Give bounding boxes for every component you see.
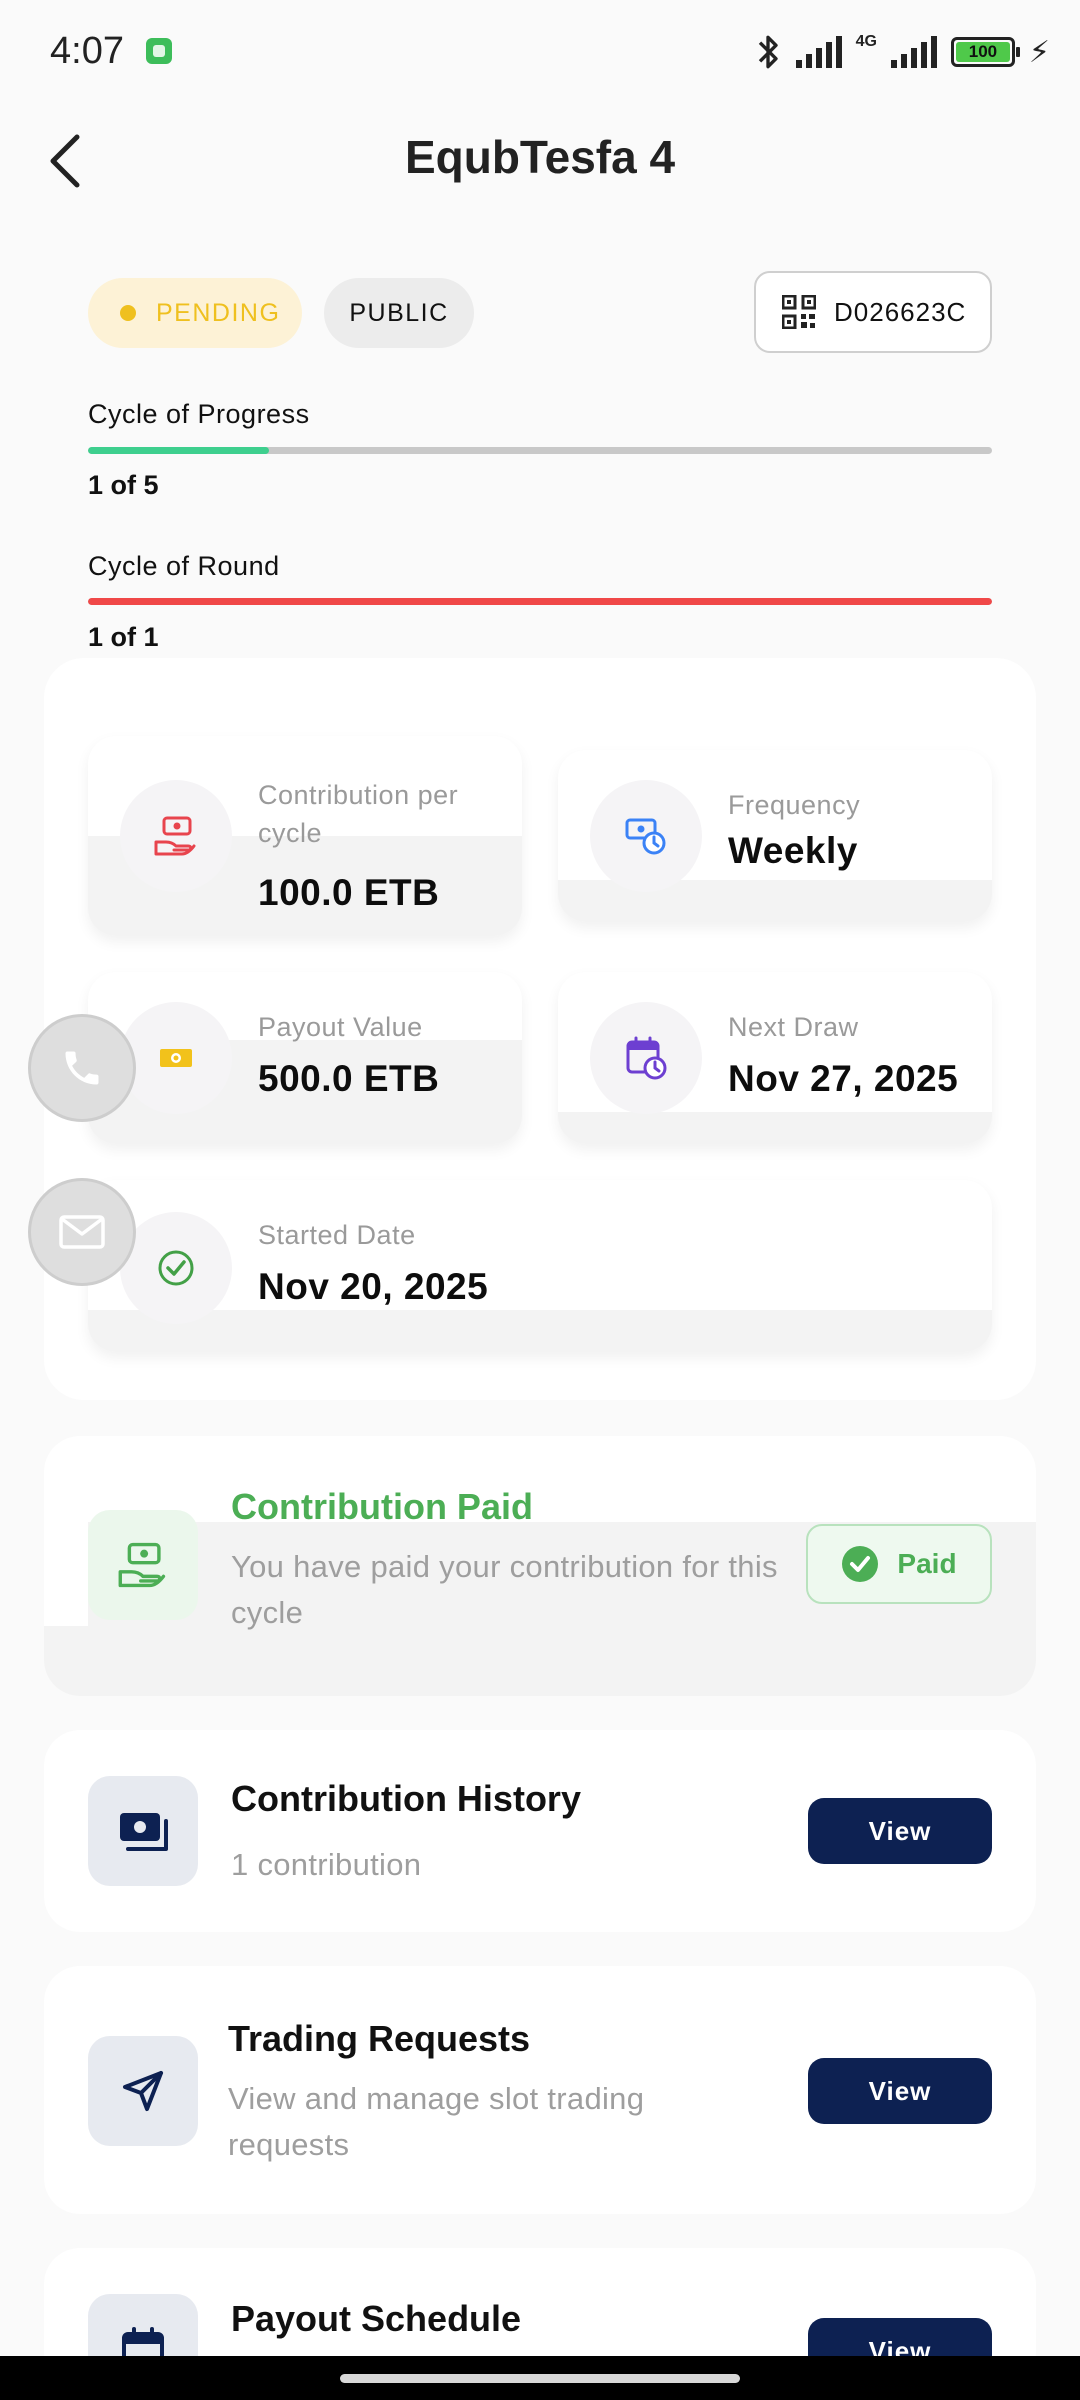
wallet-icon	[88, 1776, 198, 1886]
started-date-value: Nov 20, 2025	[258, 1266, 489, 1307]
trading-requests-subtitle: View and manage slot trading requests	[228, 2081, 645, 2162]
home-gesture-handle[interactable]	[340, 2374, 740, 2383]
group-code-label: D026623C	[834, 296, 967, 327]
next-draw-value: Nov 27, 2025	[728, 1058, 959, 1099]
qr-code-icon	[782, 295, 816, 329]
trading-requests-title: Trading Requests	[228, 2018, 531, 2059]
money-clock-icon	[590, 780, 702, 892]
check-circle-icon	[120, 1212, 232, 1324]
cash-icon	[120, 1002, 232, 1114]
payout-label: Payout Value	[258, 1012, 423, 1042]
started-date-tile: Started Date Nov 20, 2025	[88, 1180, 992, 1352]
cycle-progress-bar	[88, 447, 992, 454]
notification-app-icon	[146, 38, 172, 64]
status-time: 4:07	[50, 30, 124, 72]
next-draw-tile: Next Draw Nov 27, 2025	[558, 972, 992, 1144]
contribution-value: 100.0 ETB	[258, 872, 440, 913]
visibility-badge: PUBLIC	[324, 278, 474, 348]
frequency-label: Frequency	[728, 790, 861, 820]
cycle-progress-value: 1 of 5	[88, 470, 159, 500]
mail-icon	[59, 1215, 105, 1249]
contribution-paid-subtitle: You have paid your contribution for this…	[231, 1549, 778, 1630]
group-code-button[interactable]: D026623C	[754, 271, 992, 353]
cycle-round-fill	[88, 598, 992, 605]
next-draw-label: Next Draw	[728, 1012, 859, 1042]
contribution-paid-title: Contribution Paid	[231, 1486, 533, 1527]
payout-schedule-title: Payout Schedule	[231, 2298, 522, 2339]
phone-icon	[65, 1051, 99, 1085]
contribution-history-view-button[interactable]: View	[808, 1798, 992, 1864]
status-indicators: 4G 100 ⚡	[754, 30, 1050, 74]
status-dot-icon	[120, 305, 136, 321]
contribution-tile: Contribution per cycle 100.0 ETB	[88, 736, 522, 936]
paid-badge-label: Paid	[897, 1548, 957, 1579]
contribution-label: Contribution per cycle	[258, 780, 459, 848]
mail-button[interactable]	[28, 1178, 136, 1286]
cycle-round-bar	[88, 598, 992, 605]
send-icon	[88, 2036, 198, 2146]
contribution-history-title: Contribution History	[231, 1778, 581, 1819]
money-hand-icon	[120, 780, 232, 892]
battery-icon: 100	[950, 37, 1020, 67]
payout-value: 500.0 ETB	[258, 1058, 440, 1099]
battery-level: 100	[955, 42, 1010, 62]
bluetooth-icon	[758, 35, 778, 69]
money-hand-icon	[88, 1510, 198, 1620]
frequency-tile: Frequency Weekly	[558, 750, 992, 922]
network-type: 4G	[855, 33, 877, 50]
cycle-round-value: 1 of 1	[88, 622, 159, 652]
status-bar: 4:07 4G 100 ⚡	[0, 0, 1080, 100]
status-badge-label: PENDING	[156, 298, 281, 327]
call-button[interactable]	[28, 1014, 136, 1122]
paid-badge: Paid	[806, 1524, 992, 1604]
frequency-value: Weekly	[728, 830, 858, 871]
started-date-label: Started Date	[258, 1220, 416, 1250]
page-title: EqubTesfa 4	[404, 131, 676, 183]
cycle-progress-fill	[88, 447, 269, 454]
signal-1-icon	[795, 36, 842, 68]
equb-details-card: Contribution per cycle 100.0 ETB Frequen…	[44, 658, 1036, 1400]
charging-icon: ⚡	[1028, 35, 1050, 69]
contribution-history-card[interactable]: Contribution History 1 contribution View	[44, 1730, 1036, 1932]
status-badge: PENDING	[88, 278, 302, 348]
signal-2-icon	[890, 36, 937, 68]
contribution-history-subtitle: 1 contribution	[231, 1847, 422, 1882]
trading-requests-card[interactable]: Trading Requests View and manage slot tr…	[44, 1966, 1036, 2214]
cycle-progress-label: Cycle of Progress	[88, 399, 310, 429]
payout-tile: Payout Value 500.0 ETB	[88, 972, 522, 1144]
calendar-clock-icon	[590, 1002, 702, 1114]
app-header: EqubTesfa 4	[0, 110, 1080, 210]
visibility-badge-label: PUBLIC	[349, 298, 449, 327]
check-circle-icon	[842, 1546, 879, 1582]
system-navigation-bar	[0, 2356, 1080, 2400]
cycle-round-label: Cycle of Round	[88, 551, 280, 581]
trading-requests-view-button[interactable]: View	[808, 2058, 992, 2124]
contribution-paid-card: Contribution Paid You have paid your con…	[44, 1436, 1036, 1696]
